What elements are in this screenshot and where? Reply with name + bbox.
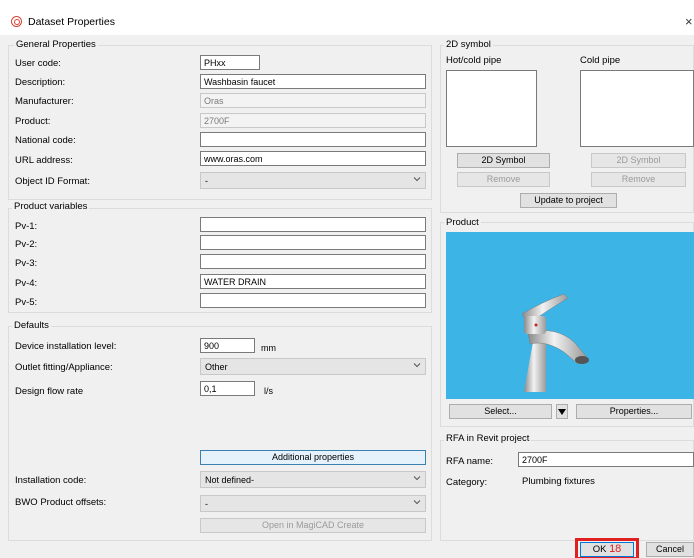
close-icon[interactable]: × [685,14,693,29]
pv2-label: Pv-2: [15,239,38,250]
product-input[interactable]: 2700F [200,113,426,128]
ok-annotation-number: 18 [609,543,622,555]
select-button[interactable]: Select... [449,404,552,419]
manufacturer-input[interactable]: Oras [200,93,426,108]
pv3-label: Pv-3: [15,258,38,269]
cold-pipe-label: Cold pipe [580,55,621,66]
hot-cold-symbol-preview [446,70,537,147]
cold-remove-button[interactable]: Remove [591,172,686,187]
national-code-label: National code: [15,135,76,146]
object-id-format-label: Object ID Format: [15,176,90,187]
chevron-down-icon [413,177,421,182]
chevron-down-icon [413,500,421,505]
hot-cold-remove-button[interactable]: Remove [457,172,550,187]
url-address-input[interactable]: www.oras.com [200,151,426,166]
installation-code-select[interactable]: Not defined- [200,471,426,488]
faucet-image [521,293,589,392]
symbol2d-title: 2D symbol [444,39,493,50]
outlet-fitting-value: Other [205,362,228,372]
design-flow-rate-label: Design flow rate [15,386,84,397]
hot-cold-2d-symbol-button[interactable]: 2D Symbol [457,153,550,168]
pv5-input[interactable] [200,293,426,308]
national-code-input[interactable] [200,132,426,147]
pv3-input[interactable] [200,254,426,269]
bwo-offsets-value: - [205,499,208,509]
url-address-label: URL address: [15,155,73,166]
cold-symbol-preview [580,70,694,147]
rfa-name-input[interactable]: 2700F [518,452,694,467]
description-input[interactable]: Washbasin faucet [200,74,426,89]
bwo-offsets-select[interactable]: - [200,495,426,512]
description-label: Description: [15,77,66,88]
pv2-input[interactable] [200,235,426,250]
properties-button[interactable]: Properties... [576,404,692,419]
object-id-format-select[interactable]: - [200,172,426,189]
bwo-offsets-label: BWO Product offsets: [15,497,107,508]
select-dropdown-button[interactable] [556,404,568,419]
installation-code-value: Not defined- [205,475,255,485]
category-value: Plumbing fixtures [522,476,595,487]
general-properties-title: General Properties [14,39,98,50]
outlet-fitting-label: Outlet fitting/Appliance: [15,362,113,373]
installation-code-label: Installation code: [15,475,87,486]
chevron-down-icon [413,363,421,368]
rfa-title: RFA in Revit project [444,433,532,444]
caret-down-icon [558,409,566,415]
update-to-project-button[interactable]: Update to project [520,193,617,208]
product-preview [446,232,694,399]
ok-button-label: OK [592,544,607,555]
design-flow-rate-input[interactable]: 0,1 [200,381,255,396]
design-flow-rate-unit: l/s [264,386,273,396]
product-label: Product: [15,116,51,127]
device-installation-level-unit: mm [261,343,276,353]
defaults-title: Defaults [12,320,51,331]
pv1-input[interactable] [200,217,426,232]
ok-button[interactable]: OK 18 [580,542,634,557]
app-logo-icon [11,16,22,27]
pv4-label: Pv-4: [15,278,38,289]
window-title: Dataset Properties [28,16,115,28]
object-id-format-value: - [205,176,208,186]
hot-cold-pipe-label: Hot/cold pipe [446,55,502,66]
user-code-input[interactable]: PHxx [200,55,260,70]
device-installation-level-input[interactable]: 900 [200,338,255,353]
dialog-body: General Properties User code: PHxx Descr… [0,35,694,558]
chevron-down-icon [413,476,421,481]
pv5-label: Pv-5: [15,297,38,308]
cold-2d-symbol-button[interactable]: 2D Symbol [591,153,686,168]
user-code-label: User code: [15,58,61,69]
device-installation-level-label: Device installation level: [15,341,117,352]
rfa-name-label: RFA name: [446,456,493,467]
open-in-magicad-button[interactable]: Open in MagiCAD Create [200,518,426,533]
cancel-button[interactable]: Cancel [646,542,694,557]
pv4-input[interactable]: WATER DRAIN [200,274,426,289]
outlet-fitting-select[interactable]: Other [200,358,426,375]
product-title: Product [444,217,481,228]
product-variables-title: Product variables [12,201,90,212]
additional-properties-button[interactable]: Additional properties [200,450,426,465]
manufacturer-label: Manufacturer: [15,96,74,107]
pv1-label: Pv-1: [15,221,38,232]
category-label: Category: [446,477,488,488]
